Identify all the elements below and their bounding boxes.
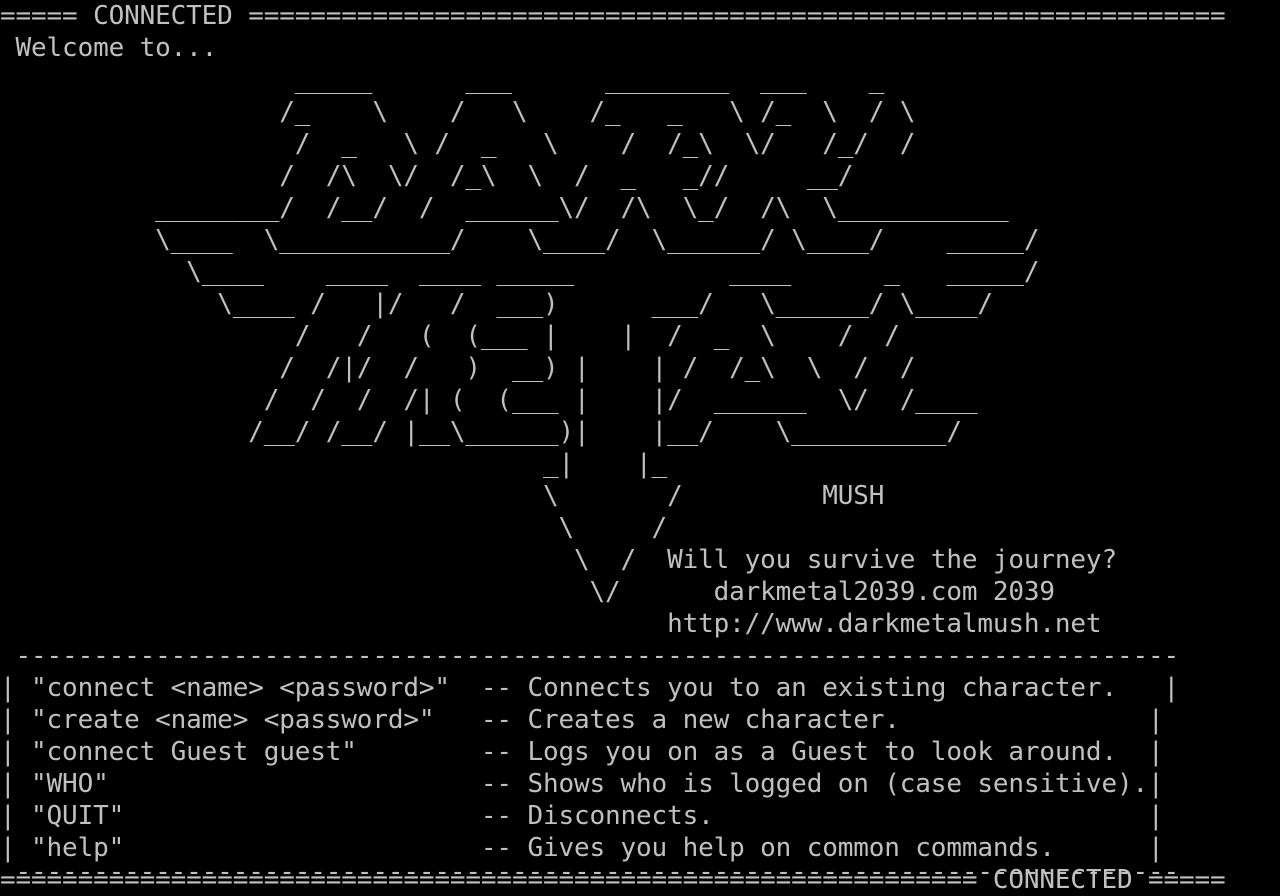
- ascii-logo-line: /_ \ / \ /_ _ \ /_ \ / \: [0, 97, 916, 127]
- ascii-logo-line: / _ \ / _ \ / /_\ \/ /_/ /: [0, 129, 916, 159]
- site-year-text: \/ darkmetal2039.com 2039: [0, 577, 1056, 607]
- connected-status-banner-top: ===== CONNECTED ========================…: [0, 1, 1226, 31]
- ascii-logo-mush-line: \ / MUSH: [0, 481, 885, 511]
- ascii-logo-line: / / / /| ( (___ | |/ ______ \/ /____: [0, 385, 978, 415]
- connected-status-banner-bottom: ========================================…: [0, 865, 1226, 895]
- tagline-text: \ / Will you survive the journey?: [0, 545, 1117, 575]
- ascii-logo-line: / /\ \/ /_\ \ / _ _// __/: [0, 161, 854, 191]
- ascii-logo-line: _| |_: [0, 449, 668, 479]
- ascii-logo-line: \ /: [0, 513, 668, 543]
- ascii-logo-line: / / ( (___ | | / _ \ / /: [0, 321, 900, 351]
- ascii-logo-line: / /|/ / ) __) | | / /_\ \ / /: [0, 353, 916, 383]
- commands-table-top-border: ----------------------------------------…: [0, 641, 1180, 671]
- command-row-guest: | "connect Guest guest" -- Logs you on a…: [0, 737, 1164, 767]
- ascii-logo-line: ________/ /__/ / ______\/ /\ \_/ /\ \___…: [0, 193, 1009, 223]
- ascii-logo-line: \____ / |/ / ___) ___/ \______/ \____/: [0, 289, 993, 319]
- website-url-text: http://www.darkmetalmush.net: [0, 609, 1102, 639]
- ascii-logo-line: _____ ___ ________ ___ _: [0, 65, 885, 95]
- terminal-screen[interactable]: ===== CONNECTED ========================…: [0, 0, 1280, 896]
- ascii-logo-line: /__/ /__/ |__\______)| |__/ \__________/: [0, 417, 962, 447]
- ascii-logo-line: \____ \___________/ \____/ \______/ \___…: [0, 225, 1040, 255]
- command-row-quit: | "QUIT" -- Disconnects. |: [0, 801, 1164, 831]
- welcome-text: Welcome to...: [0, 33, 218, 63]
- command-row-connect: | "connect <name> <password>" -- Connect…: [0, 673, 1180, 703]
- command-row-create: | "create <name> <password>" -- Creates …: [0, 705, 1164, 735]
- ascii-logo-line: \____ ____ ____ _____ ____ _ _____/: [0, 257, 1040, 287]
- command-row-who: | "WHO" -- Shows who is logged on (case …: [0, 769, 1164, 799]
